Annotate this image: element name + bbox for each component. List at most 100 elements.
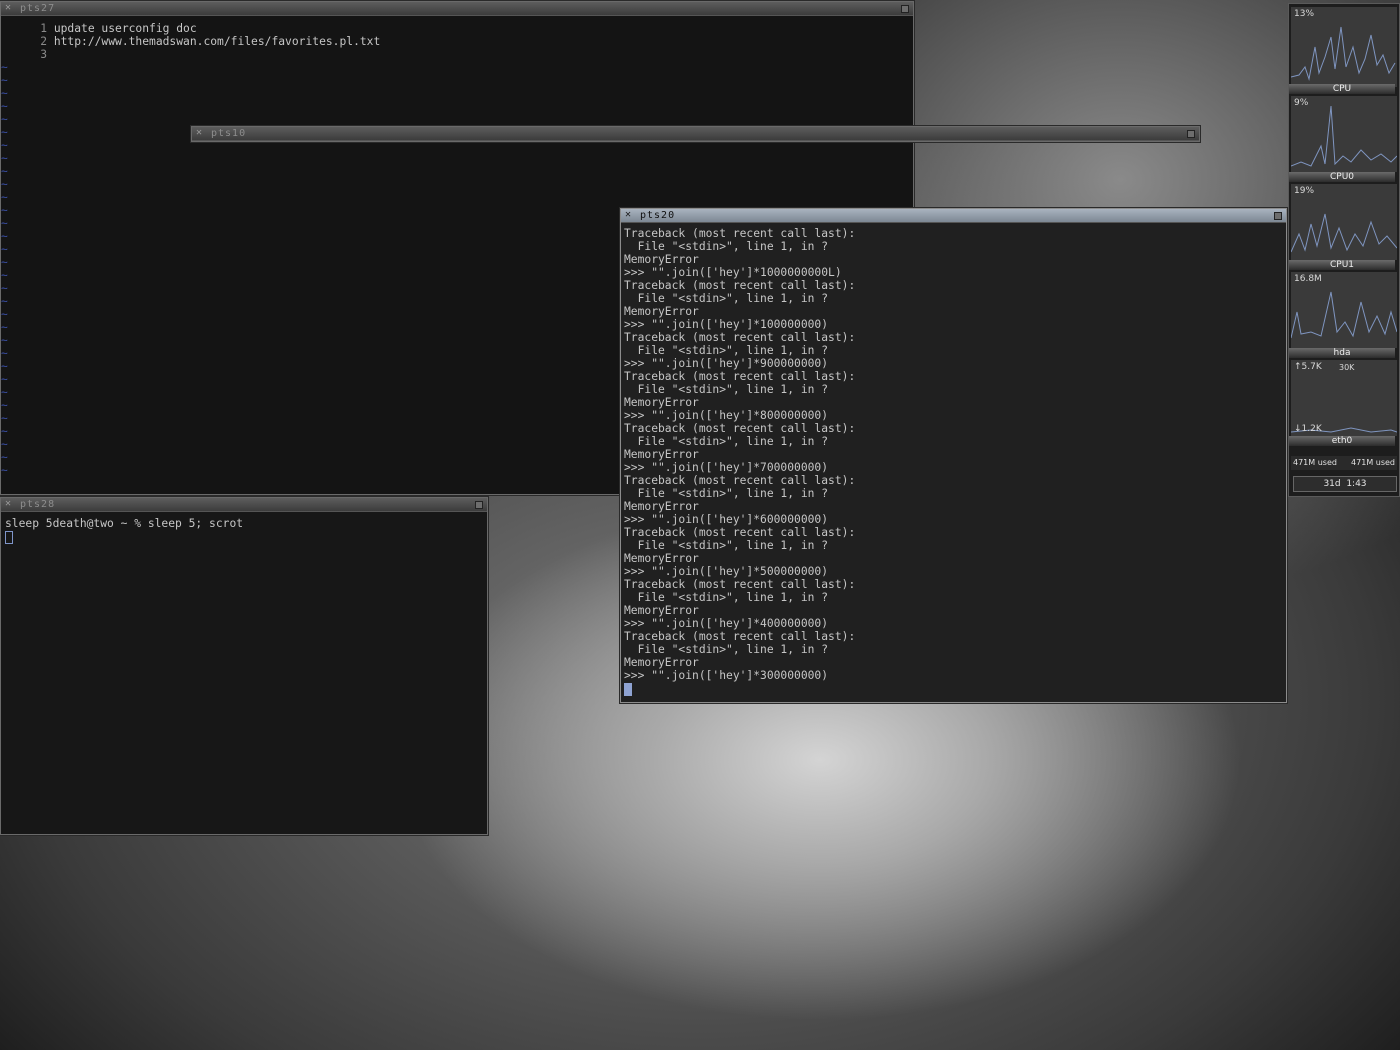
terminal-window-pts20[interactable]: ✕ pts20 Traceback (most recent call last… — [620, 208, 1287, 703]
tilde-line: ~ — [1, 191, 8, 204]
eth0-rx: ↓1.2K — [1294, 424, 1322, 434]
mem-used-right: 471M used — [1351, 458, 1395, 467]
tilde-line: ~ — [1, 334, 8, 347]
output-line: >>> "".join(['hey']*300000000) — [624, 669, 829, 682]
output-line: File "<stdin>", line 1, in ? — [624, 487, 829, 500]
tilde-line: ~ — [1, 87, 8, 100]
cpu1-percent: 19% — [1294, 186, 1315, 196]
output-line: MemoryError — [624, 448, 699, 461]
output-line: Traceback (most recent call last): — [624, 370, 856, 383]
maximize-icon[interactable] — [475, 501, 483, 509]
output-line: >>> "".join(['hey']*400000000) — [624, 617, 829, 630]
tilde-line: ~ — [1, 230, 8, 243]
hda-label: hda — [1289, 348, 1395, 358]
terminal-window-pts10[interactable]: ✕ pts10 — [191, 126, 1200, 142]
cpu1-panel: 19% — [1291, 184, 1397, 260]
output-line: File "<stdin>", line 1, in ? — [624, 383, 829, 396]
eth0-tx: ↑5.7K — [1294, 362, 1322, 372]
memory-panel: 471M used 471M used — [1291, 456, 1397, 470]
tilde-line: ~ — [1, 295, 8, 308]
tilde-line: ~ — [1, 152, 8, 165]
output-line: MemoryError — [624, 552, 699, 565]
cpu-label: CPU — [1289, 84, 1395, 94]
vim-buffer[interactable]: 1 update userconfig doc 2 http://www.the… — [1, 22, 380, 477]
maximize-icon[interactable] — [901, 5, 909, 13]
tilde-line: ~ — [1, 282, 8, 295]
cpu-percent: 13% — [1294, 9, 1315, 19]
cpu0-percent: 9% — [1294, 98, 1309, 108]
output-line: >>> "".join(['hey']*900000000) — [624, 357, 829, 370]
python-prompt[interactable] — [624, 682, 855, 696]
output-line: Traceback (most recent call last): — [624, 578, 856, 591]
title-bar[interactable]: ✕ pts27 — [1, 2, 913, 16]
cpu-graph — [1291, 26, 1396, 81]
tilde-line: ~ — [1, 438, 8, 451]
output-line: Traceback (most recent call last): — [624, 227, 856, 240]
title-bar[interactable]: ✕ pts20 — [621, 209, 1286, 223]
output-line: Traceback (most recent call last): — [624, 630, 856, 643]
output-line: >>> "".join(['hey']*700000000) — [624, 461, 829, 474]
tilde-line: ~ — [1, 74, 8, 87]
empty-line-markers: ~ ~ ~ ~ ~ ~ ~ ~ ~ ~ ~ ~ ~ ~ ~ ~ ~ ~ ~ ~ ~ ~ ~ ~ ~ ~ ~ ~ ~ ~ ~ ~ — [1, 61, 380, 477]
cpu0-label: CPU0 — [1289, 172, 1395, 182]
output-line: >>> "".join(['hey']*600000000) — [624, 513, 829, 526]
output-line: Traceback (most recent call last): — [624, 474, 856, 487]
tilde-line: ~ — [1, 321, 8, 334]
window-title: pts20 — [640, 210, 676, 221]
tilde-line: ~ — [1, 425, 8, 438]
tilde-line: ~ — [1, 256, 8, 269]
shell-prompt[interactable] — [5, 530, 243, 544]
close-icon[interactable]: ✕ — [196, 126, 202, 140]
tilde-line: ~ — [1, 412, 8, 425]
tilde-line: ~ — [1, 347, 8, 360]
window-title: pts28 — [20, 499, 56, 510]
tilde-line: ~ — [1, 204, 8, 217]
output-line: File "<stdin>", line 1, in ? — [624, 344, 829, 357]
title-bar[interactable]: ✕ pts28 — [1, 498, 487, 512]
title-bar[interactable]: ✕ pts10 — [192, 127, 1199, 141]
shell-line: sleep 5death@two ~ % sleep 5; scrot — [5, 517, 244, 530]
tilde-line: ~ — [1, 243, 8, 256]
output-line: File "<stdin>", line 1, in ? — [624, 539, 829, 552]
eth0-scale: 30K — [1339, 363, 1355, 372]
tilde-line: ~ — [1, 464, 8, 477]
tilde-line: ~ — [1, 386, 8, 399]
buffer-line: 1 update userconfig doc — [40, 22, 197, 35]
window-title: pts27 — [20, 3, 56, 14]
output-line: MemoryError — [624, 305, 699, 318]
maximize-icon[interactable] — [1187, 130, 1195, 138]
maximize-icon[interactable] — [1274, 212, 1282, 220]
output-line: File "<stdin>", line 1, in ? — [624, 435, 829, 448]
output-line: File "<stdin>", line 1, in ? — [624, 643, 829, 656]
output-line: Traceback (most recent call last): — [624, 422, 856, 435]
output-line: Traceback (most recent call last): — [624, 331, 856, 344]
cpu-panel: 13% — [1291, 7, 1397, 87]
output-line: Traceback (most recent call last): — [624, 279, 856, 292]
close-icon[interactable]: ✕ — [5, 497, 11, 511]
text-cursor — [624, 682, 632, 696]
tilde-line: ~ — [1, 61, 8, 74]
tilde-line: ~ — [1, 399, 8, 412]
tilde-line: ~ — [1, 269, 8, 282]
eth0-label: eth0 — [1289, 436, 1395, 446]
python-session-output[interactable]: Traceback (most recent call last): File … — [624, 227, 855, 696]
output-line: File "<stdin>", line 1, in ? — [624, 292, 829, 305]
output-line: MemoryError — [624, 604, 699, 617]
output-line: >>> "".join(['hey']*800000000) — [624, 409, 829, 422]
tilde-line: ~ — [1, 165, 8, 178]
cpu0-panel: 9% — [1291, 96, 1397, 172]
buffer-line: 2 http://www.themadswan.com/files/favori… — [40, 35, 381, 48]
tilde-line: ~ — [1, 100, 8, 113]
terminal-window-pts28[interactable]: ✕ pts28 sleep 5death@two ~ % sleep 5; sc… — [0, 497, 488, 835]
tilde-line: ~ — [1, 373, 8, 386]
output-line: >>> "".join(['hey']*500000000) — [624, 565, 829, 578]
tilde-line: ~ — [1, 217, 8, 230]
cpu1-label: CPU1 — [1289, 260, 1395, 270]
close-icon[interactable]: ✕ — [625, 208, 631, 222]
tilde-line: ~ — [1, 360, 8, 373]
close-icon[interactable]: ✕ — [5, 1, 11, 15]
output-line: >>> "".join(['hey']*1000000000L) — [624, 266, 842, 279]
uptime-display: 31d 1:43 — [1293, 476, 1397, 492]
text-cursor — [5, 530, 13, 544]
output-line: Traceback (most recent call last): — [624, 526, 856, 539]
